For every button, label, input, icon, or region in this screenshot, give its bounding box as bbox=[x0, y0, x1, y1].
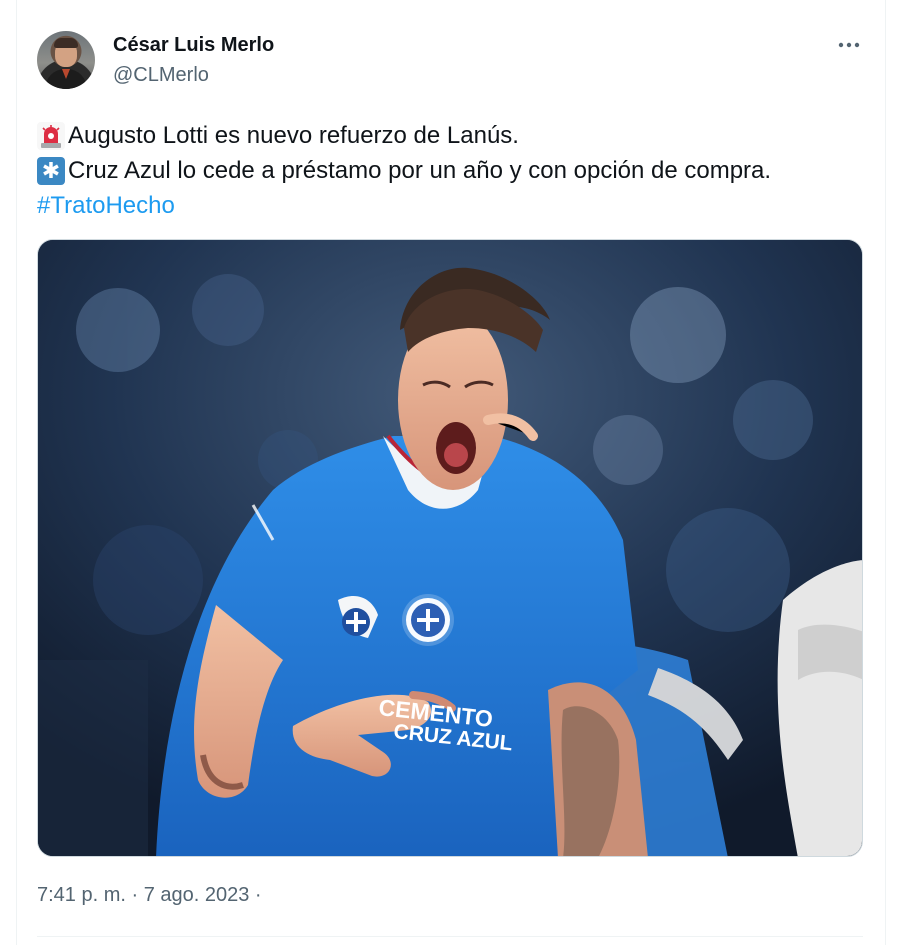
tweet-line-2: ✱ Cruz Azul lo cede a préstamo por un añ… bbox=[37, 153, 877, 188]
hashtag-link[interactable]: #TratoHecho bbox=[37, 188, 175, 223]
card-border-left bbox=[16, 0, 17, 945]
tweet-line-2-text: Cruz Azul lo cede a préstamo por un año … bbox=[68, 157, 772, 184]
more-dots-icon bbox=[838, 42, 860, 48]
tweet-card: César Luis Merlo @CLMerlo Augusto Lotti … bbox=[0, 0, 900, 945]
tweet-line-1-text: Augusto Lotti es nuevo refuerzo de Lanús… bbox=[68, 122, 519, 149]
avatar-hair bbox=[54, 38, 78, 48]
player-photo: CEMENTO CRUZ AZUL bbox=[38, 240, 862, 856]
bottom-divider bbox=[37, 936, 863, 937]
card-border-right bbox=[885, 0, 886, 945]
tweet-text: Augusto Lotti es nuevo refuerzo de Lanús… bbox=[37, 118, 877, 223]
tweet-line-3: #TratoHecho bbox=[37, 188, 877, 223]
more-options-button[interactable] bbox=[829, 30, 869, 60]
tweet-media-photo[interactable]: CEMENTO CRUZ AZUL bbox=[37, 239, 863, 857]
snowflake-icon: ✱ bbox=[37, 156, 65, 185]
siren-icon bbox=[37, 121, 65, 150]
author-handle[interactable]: @CLMerlo bbox=[113, 64, 209, 87]
tweet-timestamp[interactable]: 7:41 p. m. · 7 ago. 2023 · bbox=[37, 884, 262, 907]
tweet-line-1: Augusto Lotti es nuevo refuerzo de Lanús… bbox=[37, 118, 877, 153]
author-avatar[interactable] bbox=[37, 31, 95, 89]
author-display-name[interactable]: César Luis Merlo bbox=[113, 34, 274, 57]
